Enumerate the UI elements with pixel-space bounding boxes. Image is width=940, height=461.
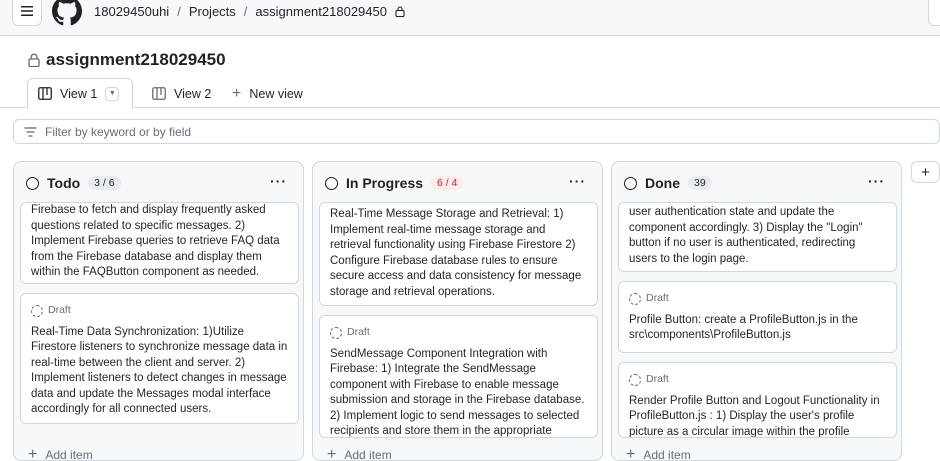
draft-icon [629, 292, 641, 305]
lock-icon [28, 53, 40, 67]
card-text: Profile Button: create a ProfileButton.j… [629, 313, 858, 342]
plus-icon: + [626, 446, 636, 461]
card-text: Render Profile Button and Logout Functio… [629, 394, 880, 438]
add-item-button[interactable]: + Add item [626, 446, 691, 461]
hamburger-icon [21, 6, 33, 16]
column-title: Done [645, 175, 680, 191]
tab-label: New view [249, 86, 303, 101]
status-circle-icon [325, 176, 338, 190]
draft-text: Draft [646, 373, 669, 385]
plus-icon: + [28, 446, 38, 461]
draft-icon [629, 373, 641, 386]
plus-icon: + [232, 84, 242, 102]
breadcrumb-repo[interactable]: assignment218029450 [255, 4, 387, 19]
column-done: Done 39 ··· user authentication state an… [611, 161, 902, 461]
board-icon [152, 87, 166, 100]
add-item-label: Add item [344, 448, 392, 461]
add-item-label: Add item [643, 448, 691, 461]
card[interactable]: Draft SendMessage Component Integration … [319, 315, 598, 438]
card-text: SendMessage Component Integration with F… [330, 347, 585, 438]
lock-icon [395, 6, 405, 17]
header-action-button[interactable] [928, 0, 940, 26]
page-header: assignment218029450 [28, 50, 226, 70]
card[interactable]: Draft Profile Button: create a ProfileBu… [618, 281, 897, 353]
breadcrumb: 18029450uhi / Projects / assignment21802… [94, 4, 405, 19]
draft-label: Draft [629, 372, 886, 388]
new-view-button[interactable]: + New view [222, 78, 313, 109]
card-text: Real-Time Data Synchronization: 1)Utiliz… [31, 325, 288, 416]
draft-text: Draft [48, 304, 71, 316]
draft-label: Draft [31, 303, 288, 319]
add-item-button[interactable]: + Add item [28, 446, 93, 461]
breadcrumb-user[interactable]: 18029450uhi [94, 4, 169, 19]
status-circle-icon [624, 176, 637, 190]
github-logo-icon[interactable] [52, 0, 82, 26]
column-count: 3 / 6 [88, 176, 121, 190]
draft-label: Draft [330, 325, 587, 341]
add-item-label: Add item [45, 448, 93, 461]
tab-view-2[interactable]: View 2 [142, 78, 221, 109]
column-header: In Progress 6 / 4 [313, 162, 602, 204]
card[interactable]: Firebase to fetch and display frequently… [20, 202, 299, 284]
column-title: Todo [47, 175, 81, 191]
draft-text: Draft [347, 326, 370, 338]
card-text: Real-Time Message Storage and Retrieval:… [330, 208, 582, 298]
chevron-down-icon[interactable]: ▼ [105, 86, 120, 101]
plus-icon: + [327, 446, 337, 461]
column-in-progress: In Progress 6 / 4 ··· Real-Time Message … [312, 161, 603, 461]
card[interactable]: Real-Time Message Storage and Retrieval:… [319, 202, 598, 306]
card-text: user authentication state and update the… [629, 206, 863, 265]
plus-icon: + [921, 163, 930, 181]
column-menu-icon[interactable]: ··· [270, 173, 287, 189]
tab-label: View 2 [174, 86, 212, 101]
card[interactable]: Draft Real-Time Data Synchronization: 1)… [20, 293, 299, 424]
column-header: Done 39 [612, 162, 901, 204]
column-count: 39 [688, 176, 712, 190]
breadcrumb-projects[interactable]: Projects [189, 4, 236, 19]
column-menu-icon[interactable]: ··· [868, 173, 885, 189]
menu-button[interactable] [12, 0, 42, 26]
column-title: In Progress [346, 175, 424, 191]
add-column-button[interactable]: + [911, 161, 940, 183]
column-header: Todo 3 / 6 [14, 162, 303, 204]
top-bar: 18029450uhi / Projects / assignment21802… [0, 0, 940, 36]
add-item-button[interactable]: + Add item [327, 446, 392, 461]
column-menu-icon[interactable]: ··· [569, 173, 586, 189]
draft-label: Draft [629, 291, 886, 307]
breadcrumb-separator: / [243, 4, 248, 19]
card[interactable]: Draft Render Profile Button and Logout F… [618, 362, 897, 438]
draft-icon [31, 304, 43, 317]
tab-label: View 1 [60, 86, 98, 101]
filter-input[interactable]: Filter by keyword or by field [13, 119, 940, 144]
board-icon [38, 87, 52, 100]
filter-placeholder: Filter by keyword or by field [45, 124, 192, 139]
page-title: assignment218029450 [46, 50, 226, 69]
column-count: 6 / 4 [431, 176, 464, 190]
view-tabs: View 1 ▼ View 2 + New view [0, 78, 940, 109]
draft-icon [330, 326, 342, 339]
draft-text: Draft [646, 292, 669, 304]
card-text: Firebase to fetch and display frequently… [31, 204, 280, 278]
filter-icon [24, 126, 37, 137]
column-todo: Todo 3 / 6 ··· Firebase to fetch and dis… [13, 161, 304, 461]
breadcrumb-separator: / [177, 4, 181, 19]
status-circle-icon [26, 176, 39, 190]
tab-view-1[interactable]: View 1 ▼ [27, 78, 133, 109]
card[interactable]: user authentication state and update the… [618, 202, 897, 272]
